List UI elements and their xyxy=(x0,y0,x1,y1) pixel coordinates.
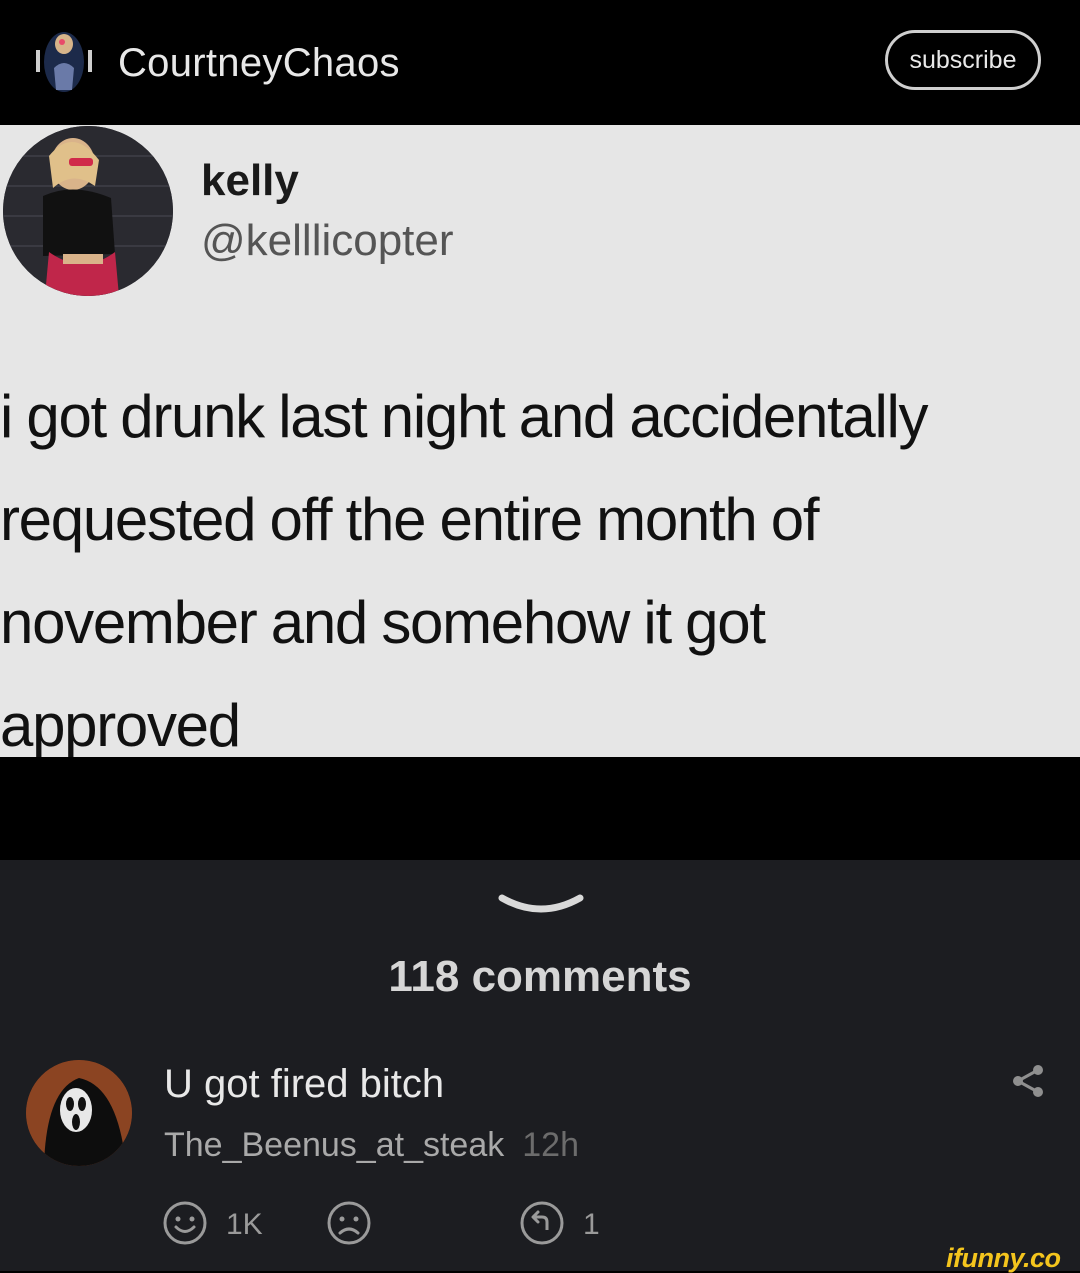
tweet-text-line: approved xyxy=(0,692,241,757)
subscribe-button[interactable]: subscribe xyxy=(885,30,1041,90)
comment-timestamp: 12h xyxy=(522,1126,579,1164)
tweet-text-line: requested off the entire month of xyxy=(0,486,820,553)
comment-author[interactable]: The_Beenus_at_steak xyxy=(164,1126,504,1164)
chevron-down-icon[interactable] xyxy=(498,890,584,920)
comment-meta: The_Beenus_at_steak 12h xyxy=(164,1124,579,1166)
ifunny-watermark: ifunny.co xyxy=(946,1243,1061,1273)
author-username[interactable]: CourtneyChaos xyxy=(118,38,400,88)
share-icon[interactable] xyxy=(1010,1063,1046,1099)
post-header: CourtneyChaos subscribe xyxy=(0,0,1080,125)
comments-panel: 118 comments U got fired bitch The_Beenu… xyxy=(0,860,1080,1271)
smile-count: 1K xyxy=(226,1208,263,1241)
author-avatar[interactable] xyxy=(32,28,96,96)
comment-text: U got fired bitch xyxy=(164,1062,445,1106)
tweet-author-handle: @kelllicopter xyxy=(201,216,454,265)
media-spacer xyxy=(0,757,1080,860)
reply-icon xyxy=(520,1201,564,1245)
tweet-author-name: kelly xyxy=(201,156,299,205)
tweet-author-avatar xyxy=(3,126,173,296)
tweet-text-line: i got drunk last night and accidentally xyxy=(0,383,929,450)
comments-count: 118 comments xyxy=(388,952,692,1001)
tweet-text: i got drunk last night and accidentally … xyxy=(0,365,1080,757)
frown-icon xyxy=(327,1201,371,1245)
commenter-avatar[interactable] xyxy=(26,1060,132,1166)
tweet-screenshot: kelly @kelllicopter i got drunk last nig… xyxy=(0,125,1080,757)
tweet-text-line: november and somehow it got xyxy=(0,589,766,656)
reply-count: 1 xyxy=(583,1208,600,1241)
smile-icon xyxy=(163,1201,207,1245)
